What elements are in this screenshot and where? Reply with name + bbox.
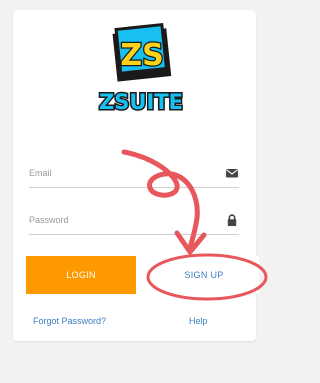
email-underline — [29, 187, 239, 188]
email-input[interactable] — [29, 162, 219, 184]
help-link[interactable]: Help — [189, 316, 208, 326]
login-button-label: LOGIN — [66, 270, 96, 280]
lock-icon — [227, 214, 237, 226]
envelope-icon — [226, 169, 238, 178]
password-underline — [29, 234, 239, 235]
email-field[interactable] — [29, 162, 239, 188]
zsuite-logo: ZS ZSUITE — [98, 23, 184, 116]
login-button[interactable]: LOGIN — [26, 256, 136, 294]
password-input[interactable] — [29, 209, 219, 231]
forgot-password-link[interactable]: Forgot Password? — [33, 316, 106, 326]
svg-text:ZSUITE: ZSUITE — [99, 90, 183, 114]
signup-button[interactable]: SIGN UP — [149, 256, 259, 294]
svg-text:ZS: ZS — [120, 38, 163, 73]
password-field[interactable] — [29, 209, 239, 235]
signup-button-label: SIGN UP — [184, 270, 224, 280]
login-card: ZS ZSUITE LOGIN SIGN UP Forgot Password?… — [13, 10, 259, 341]
